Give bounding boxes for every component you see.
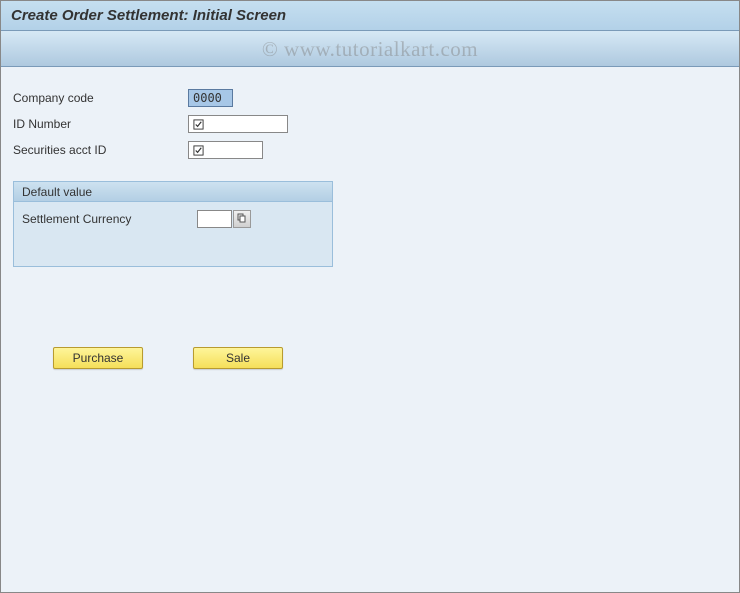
input-settlement-currency[interactable] [197,210,232,228]
purchase-button[interactable]: Purchase [53,347,143,369]
row-settlement-currency: Settlement Currency [22,208,324,230]
input-company-code[interactable]: 0000 [188,89,233,107]
toolbar-area [1,31,739,67]
group-body: Settlement Currency [14,202,332,236]
input-company-code-value: 0000 [193,91,222,105]
search-help-icon [237,212,247,226]
button-row: Purchase Sale [13,347,727,369]
sale-button[interactable]: Sale [193,347,283,369]
search-help-button[interactable] [233,210,251,228]
content-area: Company code 0000 ID Number Securities a… [1,67,739,592]
required-check-icon [192,144,204,156]
label-id-number: ID Number [13,117,188,131]
row-id-number: ID Number [13,113,727,135]
page-title: Create Order Settlement: Initial Screen [11,7,286,24]
input-securities-acct[interactable] [188,141,263,159]
input-id-number[interactable] [188,115,288,133]
title-bar: Create Order Settlement: Initial Screen [1,1,739,31]
label-company-code: Company code [13,91,188,105]
group-default-value: Default value Settlement Currency [13,181,333,267]
required-check-icon [192,118,204,130]
group-header-default-value: Default value [14,182,332,202]
row-company-code: Company code 0000 [13,87,727,109]
label-settlement-currency: Settlement Currency [22,212,197,226]
row-securities-acct: Securities acct ID [13,139,727,161]
label-securities-acct: Securities acct ID [13,143,188,157]
